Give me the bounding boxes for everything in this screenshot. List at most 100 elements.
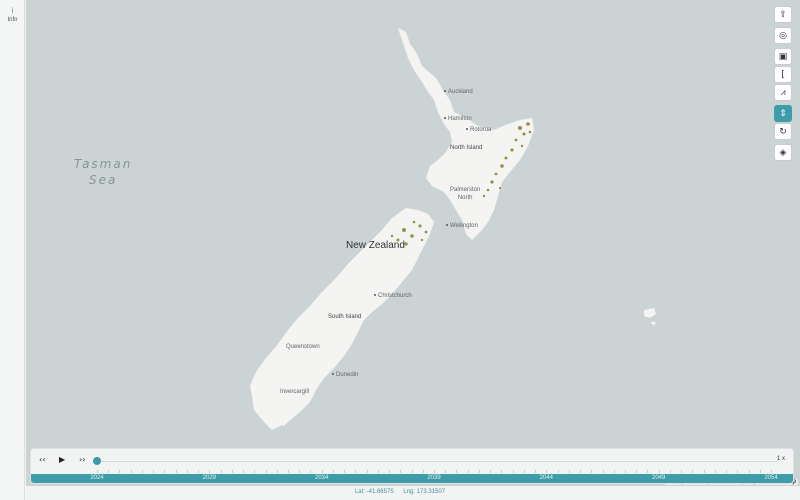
bracket-icon: [ [781, 69, 785, 80]
chart-icon: ⩘ [780, 87, 786, 98]
timeline-tick [714, 470, 716, 473]
sea-label: Tasman Sea [74, 157, 133, 187]
timeline-tick [175, 470, 177, 473]
timeline-tick [377, 470, 379, 473]
timeline-tick [231, 470, 233, 473]
compass-button[interactable]: ◎ [774, 27, 792, 44]
rotate-button[interactable]: ↻ [774, 123, 792, 140]
timeline-tick [321, 470, 323, 473]
timeline-tick [669, 470, 671, 473]
timeline-tick [153, 470, 155, 473]
map-toolbar: ⇪ ◎ ▣ [ ⩘ ⇕ ↻ ◈ [774, 6, 794, 162]
timeline-tick [591, 470, 593, 473]
info-button[interactable]: i Info [0, 6, 25, 30]
timeline-tick [624, 470, 626, 473]
timeline-tick [411, 470, 413, 473]
timeline-tick [692, 470, 694, 473]
year-label: 2054 [764, 475, 778, 481]
timeline-tick [456, 470, 458, 473]
timeline-tick [243, 470, 245, 473]
timeline-tick [737, 470, 739, 473]
year-label: 2039 [427, 475, 441, 481]
timeline-tick [759, 470, 761, 473]
timeline-knob[interactable] [93, 457, 101, 465]
timeline-tick [501, 470, 503, 473]
play-button[interactable]: ▶ [59, 455, 65, 464]
timeline-tick [636, 470, 638, 473]
timeline-tick [108, 470, 110, 473]
longitude-readout: Lng: 173.31507 [403, 489, 446, 495]
latitude-readout: Lat: -41.66575 [354, 489, 394, 495]
timeline-tick [141, 470, 143, 473]
place-dunedin: Dunedin [332, 372, 358, 378]
timeline-tick [355, 470, 357, 473]
map-canvas[interactable]: Tasman Sea Auckland Hamilton Rotorua Nor… [26, 0, 800, 486]
year-axis[interactable]: 2024 2029 2034 2039 2044 2049 2054 [31, 474, 793, 483]
timeline-tick [771, 470, 772, 473]
timeline-tick [748, 470, 750, 473]
north-island-shape [397, 27, 535, 241]
timeline-tick [299, 470, 301, 473]
year-label: 2029 [202, 475, 217, 481]
place-rotorua: Rotorua [466, 127, 491, 133]
timeline-tick [703, 470, 705, 473]
timeline-tick [344, 470, 346, 473]
share-icon: ⇪ [779, 9, 787, 20]
info-label: Info [7, 17, 18, 23]
calendar-icon: ▣ [778, 51, 788, 62]
timeline-tick [478, 470, 480, 473]
info-icon: i [11, 7, 14, 15]
timeline-tick [220, 470, 222, 473]
place-wellington: Wellington [446, 223, 478, 229]
timeline-tick [119, 470, 121, 473]
timeline-tick [434, 470, 435, 473]
timeline-tick [164, 470, 166, 473]
calendar-button[interactable]: ▣ [774, 48, 792, 65]
timeline-tick [265, 470, 267, 473]
layers-button[interactable]: ◈ [774, 144, 792, 161]
share-button[interactable]: ⇪ [774, 6, 792, 23]
place-christchurch: Christchurch [374, 293, 412, 299]
timeline-tick [287, 470, 289, 473]
timeline-tick [276, 470, 278, 473]
rotate-icon: ↻ [779, 126, 787, 137]
chatham-islands-shape [644, 308, 656, 326]
timeline-track[interactable] [97, 461, 777, 462]
chart-button[interactable]: ⩘ [774, 84, 792, 101]
timeline-tick [580, 470, 582, 473]
island-north: North Island [450, 145, 483, 151]
coordinate-readout: Lat: -41.66575 Lng: 173.31507 [0, 489, 800, 495]
timeline-tick [546, 470, 548, 473]
forward-button[interactable]: ›› [79, 455, 85, 464]
timeline-tick [389, 470, 391, 473]
place-palmerston-north: Palmerston North [450, 187, 481, 201]
layer-toggle-icon: ⇕ [779, 108, 787, 119]
timeline-tick [490, 470, 492, 473]
timeline-tick [523, 470, 525, 473]
timeline-tick [681, 470, 683, 473]
timeline-tick [198, 470, 200, 473]
compass-icon: ◎ [779, 30, 787, 41]
timeline-tick [400, 470, 402, 473]
timeline-tick [130, 470, 132, 473]
year-label: 2044 [539, 475, 554, 481]
bracket-button[interactable]: [ [774, 66, 792, 83]
timeline-tick [602, 470, 604, 473]
timeline-tick [568, 470, 570, 473]
timeline-tick [366, 470, 368, 473]
timeline-tick [512, 470, 514, 473]
timeline-tick [422, 470, 424, 473]
year-label: 2049 [651, 475, 666, 481]
speed-button[interactable]: 1 x [777, 456, 785, 462]
timeline-tick [535, 470, 537, 473]
place-hamilton: Hamilton [444, 116, 472, 122]
place-auckland: Auckland [444, 89, 473, 95]
timeline-tick [332, 470, 334, 473]
timeline-tick [186, 470, 188, 473]
country-label: New Zealand [346, 240, 405, 251]
layer-toggle-button[interactable]: ⇕ [774, 105, 792, 122]
sidebar: i Info [0, 0, 25, 500]
rewind-button[interactable]: ‹‹ [39, 455, 45, 464]
timeline-panel: ‹‹ ▶ ›› 1 x 2024 2029 2034 2039 2044 2049 2054 [30, 448, 794, 484]
timeline-tick [658, 470, 660, 473]
